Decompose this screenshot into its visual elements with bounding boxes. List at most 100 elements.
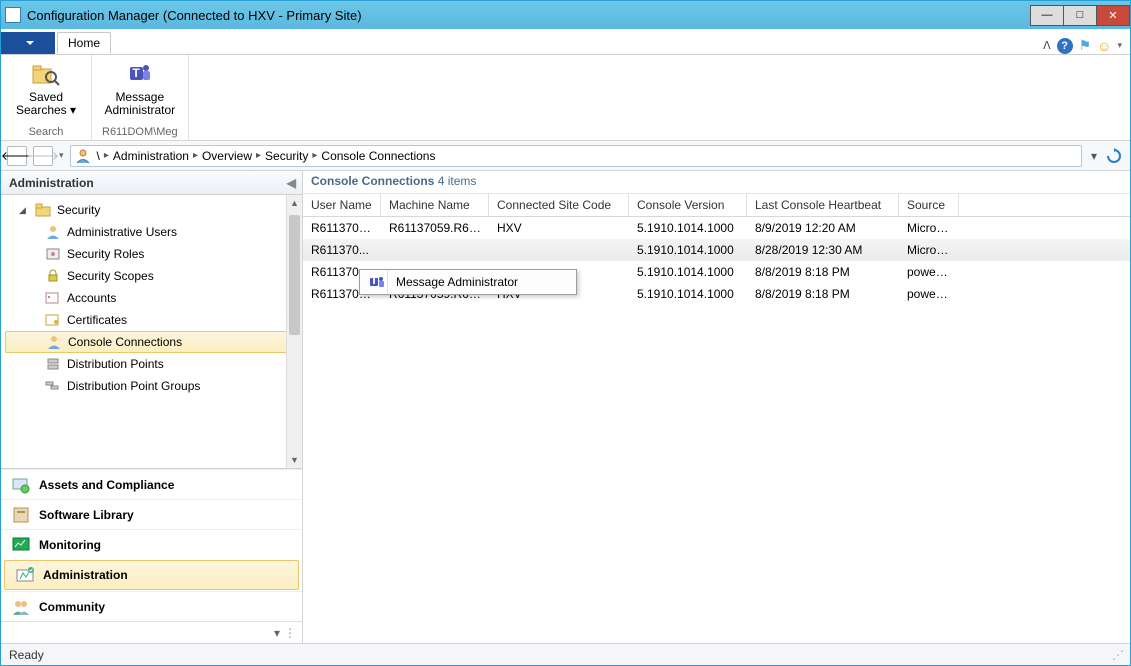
tree-scrollbar[interactable]: ▲ ▼ [286,195,302,468]
ribbon-group-user: T Message Administrator R611DOM\Meg [92,55,189,140]
workspace-overflow[interactable]: ▾⋮ [1,621,302,643]
cell-version: 5.1910.1014.1000 [629,287,747,301]
tree-item-security[interactable]: ◢ Security [1,199,302,221]
ribbon-group-search-caption: Search [29,126,64,140]
context-menu-item-message-administrator[interactable]: Message Administrator [396,275,518,289]
workspace-software[interactable]: Software Library [1,499,302,529]
workspace-label: Software Library [39,508,134,522]
crumb-console-connections[interactable]: Console Connections [321,149,435,163]
scrollbar-thumb[interactable] [289,215,300,335]
navigation-panel-title: Administration [9,176,94,190]
workspace-community[interactable]: Community [1,591,302,621]
resize-grip-icon[interactable]: ⋰ [1112,648,1122,662]
feedback-dropdown[interactable]: ▾ [1117,40,1122,51]
message-administrator-button[interactable]: T Message Administrator [105,59,175,121]
results-panel: Console Connections 4 items User Name Ma… [303,171,1130,643]
cell-user: R6113705... [303,221,381,235]
workspace-label: Assets and Compliance [39,478,174,492]
workspace-label: Community [39,600,105,614]
navigation-panel-collapse-icon[interactable]: ◀ [287,176,296,190]
workspace-label: Administration [43,568,128,582]
workspace-assets[interactable]: Assets and Compliance [1,469,302,499]
breadcrumb-dropdown[interactable]: ▾ [1088,149,1100,163]
tree-item-security-roles[interactable]: Security Roles [1,243,302,265]
teams-icon: T [369,274,385,290]
cell-source: Micros... [899,243,959,257]
column-header-version[interactable]: Console Version [629,194,747,216]
ribbon-tab-row: Home ᐱ ? ⚑ ☺ ▾ [1,29,1130,55]
crumb-overview[interactable]: Overview▸ [202,149,265,163]
crumb-administration[interactable]: Administration▸ [113,149,202,163]
saved-searches-label: Saved Searches ▾ [16,91,76,117]
tree-item-admin-users[interactable]: Administrative Users [1,221,302,243]
saved-searches-button[interactable]: Saved Searches ▾ [11,59,81,121]
cell-site: HXV [489,221,629,235]
cell-user: R611370... [303,243,381,257]
cell-machine: R61137059.R61... [381,221,489,235]
tree-item-label: Security Roles [67,247,144,261]
crumb-root[interactable]: \▸ [97,149,113,163]
column-header-machine[interactable]: Machine Name [381,194,489,216]
cell-version: 5.1910.1014.1000 [629,243,747,257]
server-group-icon [45,378,61,394]
navigation-panel-header: Administration ◀ [1,171,302,195]
table-row[interactable]: R6113705... R61137059.R61... HXV 5.1910.… [303,217,1130,239]
svg-text:T: T [132,66,140,80]
cell-source: Micros... [899,221,959,235]
notifications-flag-icon[interactable]: ⚑ [1079,37,1092,54]
grid-header-row: User Name Machine Name Connected Site Co… [303,193,1130,217]
breadcrumb[interactable]: \▸ Administration▸ Overview▸ Security▸ C… [70,145,1082,167]
column-header-heartbeat[interactable]: Last Console Heartbeat [747,194,899,216]
tree-item-distribution-points[interactable]: Distribution Points [1,353,302,375]
cell-source: powers... [899,265,959,279]
help-icon[interactable]: ? [1057,38,1073,54]
tree-item-console-connections[interactable]: Console Connections [5,331,298,353]
community-icon [11,597,31,617]
monitoring-icon [11,535,31,555]
nav-back-button[interactable]: 🡐 [7,146,27,166]
tab-home-label: Home [68,36,100,50]
crumb-security[interactable]: Security▸ [265,149,321,163]
context-menu-iconcol: T [366,270,388,294]
tree-item-label: Security [57,203,100,217]
refresh-button[interactable] [1104,146,1124,166]
file-menu-tab[interactable] [1,32,55,54]
navigation-tree: ◢ Security Administrative Users Security… [1,195,302,468]
tree-item-label: Distribution Point Groups [67,379,200,393]
cell-version: 5.1910.1014.1000 [629,221,747,235]
accounts-icon [45,290,61,306]
role-icon [45,246,61,262]
tree-item-security-scopes[interactable]: Security Scopes [1,265,302,287]
expand-arrow-icon[interactable]: ◢ [19,205,29,216]
minimize-button[interactable]: — [1030,5,1064,26]
workspace-label: Monitoring [39,538,101,552]
user-icon [46,334,62,350]
tree-item-certificates[interactable]: Certificates [1,309,302,331]
cell-heartbeat: 8/28/2019 12:30 AM [747,243,899,257]
maximize-button[interactable]: □ [1063,5,1097,26]
tree-item-label: Distribution Points [67,357,164,371]
grid-body: R6113705... R61137059.R61... HXV 5.1910.… [303,217,1130,643]
collapse-ribbon-button[interactable]: ᐱ [1043,39,1051,52]
navigation-panel: Administration ◀ ◢ Security Administrati… [1,171,303,643]
tree-item-distribution-point-groups[interactable]: Distribution Point Groups [1,375,302,397]
table-row[interactable]: R611370... 5.1910.1014.1000 8/28/2019 12… [303,239,1130,261]
tree-item-accounts[interactable]: Accounts [1,287,302,309]
nav-forward-button[interactable]: 🡒 [33,146,53,166]
tab-home[interactable]: Home [57,32,111,54]
results-title-name: Console Connections [311,174,438,188]
feedback-smile-icon[interactable]: ☺ [1097,38,1111,54]
column-header-source[interactable]: Source [899,194,959,216]
workspace-administration[interactable]: Administration [4,560,299,590]
nav-history-dropdown[interactable]: ▾ [59,150,64,161]
user-icon [45,224,61,240]
column-header-user[interactable]: User Name [303,194,381,216]
workspace-monitoring[interactable]: Monitoring [1,529,302,559]
breadcrumb-node-icon [75,148,91,164]
tree-item-label: Console Connections [68,335,182,349]
close-button[interactable]: ✕ [1096,5,1130,26]
column-header-site[interactable]: Connected Site Code [489,194,629,216]
ribbon-group-user-caption: R611DOM\Meg [102,126,178,140]
window-title: Configuration Manager (Connected to HXV … [27,8,1031,23]
ribbon: Saved Searches ▾ Search T Message Admini… [1,55,1130,141]
